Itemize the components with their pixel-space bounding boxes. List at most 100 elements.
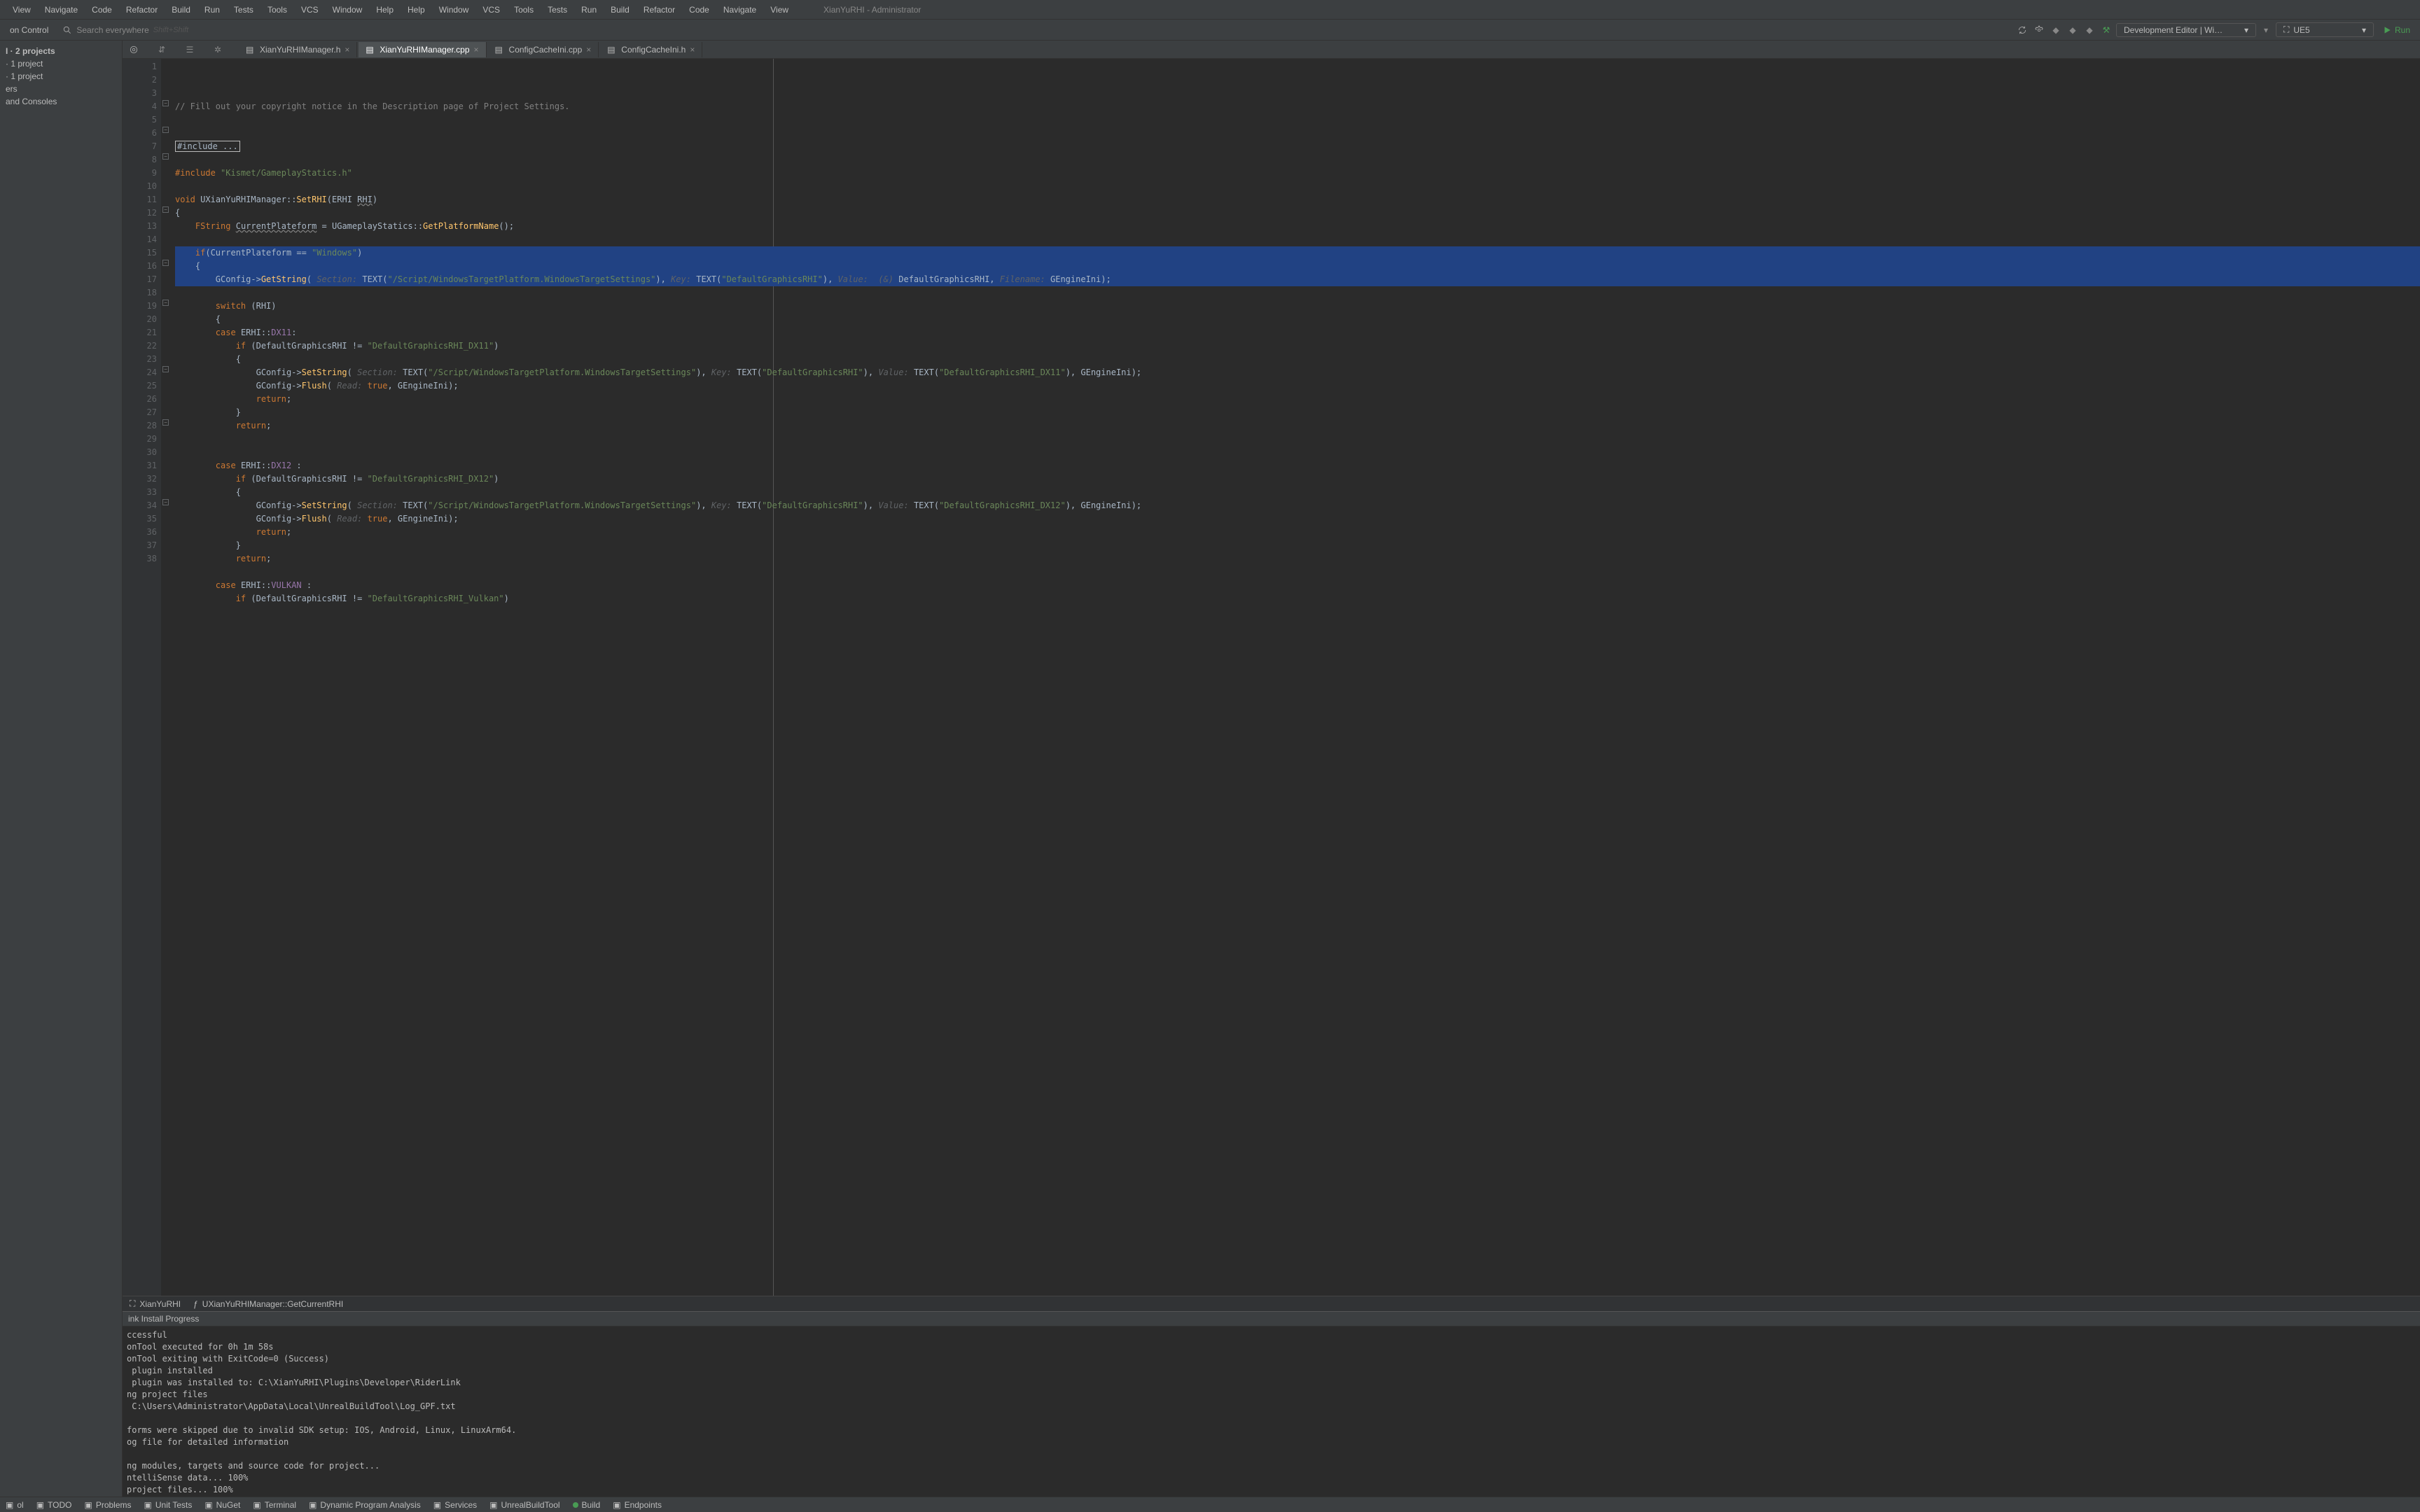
fold-toggle[interactable]: − — [162, 153, 169, 160]
menu-tools[interactable]: Tools — [507, 5, 541, 15]
line-number[interactable]: 29 — [123, 433, 157, 446]
line-number[interactable]: 37 — [123, 539, 157, 552]
code-line[interactable]: { — [175, 206, 2420, 220]
menu-view[interactable]: View — [763, 5, 795, 15]
menu-build[interactable]: Build — [165, 5, 197, 15]
code-line[interactable]: if(CurrentPlateform == "Windows") — [175, 246, 2420, 260]
code-line[interactable]: if (DefaultGraphicsRHI != "DefaultGraphi… — [175, 340, 2420, 353]
line-number[interactable]: 32 — [123, 472, 157, 486]
code-line[interactable]: if (DefaultGraphicsRHI != "DefaultGraphi… — [175, 592, 2420, 606]
line-number[interactable]: 2 — [123, 74, 157, 87]
code-line[interactable]: { — [175, 486, 2420, 499]
line-number[interactable]: 6 — [123, 127, 157, 140]
line-number[interactable]: 7 — [123, 140, 157, 153]
code-line[interactable] — [175, 433, 2420, 446]
status-terminal[interactable]: ▣Terminal — [253, 1500, 296, 1510]
puzzle-icon[interactable]: ◆ — [2049, 23, 2063, 37]
menu-help[interactable]: Help — [369, 5, 401, 15]
fold-toggle[interactable]: − — [162, 260, 169, 266]
code-line[interactable]: GConfig->Flush( Read: true, GEngineIni); — [175, 512, 2420, 526]
menu-run[interactable]: Run — [197, 5, 227, 15]
fold-toggle[interactable]: − — [162, 499, 169, 505]
code-line[interactable] — [175, 566, 2420, 579]
status-endpoints[interactable]: ▣Endpoints — [613, 1500, 662, 1510]
line-number[interactable]: 3 — [123, 87, 157, 100]
line-number[interactable]: 31 — [123, 459, 157, 472]
sync-icon[interactable] — [2015, 23, 2029, 37]
target-selector[interactable]: ⛶UE5 ▾ — [2276, 22, 2374, 37]
crumb-project[interactable]: ⛶XianYuRHI — [130, 1298, 181, 1309]
code-line[interactable]: { — [175, 353, 2420, 366]
line-number[interactable]: 22 — [123, 340, 157, 353]
code-line[interactable]: case ERHI::DX11: — [175, 326, 2420, 340]
line-number[interactable]: 35 — [123, 512, 157, 526]
line-number[interactable]: 26 — [123, 393, 157, 406]
code-content[interactable]: // Fill out your copyright notice in the… — [171, 59, 2420, 1296]
code-line[interactable]: { — [175, 313, 2420, 326]
tab-XianYuRHIManager.cpp[interactable]: ▤XianYuRHIManager.cpp× — [359, 42, 486, 57]
line-number[interactable]: 4 — [123, 100, 157, 113]
line-number[interactable]: 10 — [123, 180, 157, 193]
fold-toggle[interactable]: − — [162, 300, 169, 306]
line-number[interactable]: 19 — [123, 300, 157, 313]
menu-run[interactable]: Run — [574, 5, 604, 15]
line-number[interactable]: 21 — [123, 326, 157, 340]
run-button[interactable]: Run — [2377, 24, 2416, 36]
code-line[interactable] — [175, 446, 2420, 459]
code-line[interactable]: { — [175, 260, 2420, 273]
line-number[interactable]: 36 — [123, 526, 157, 539]
code-line[interactable] — [175, 153, 2420, 167]
code-line[interactable]: void UXianYuRHIManager::SetRHI(ERHI RHI) — [175, 193, 2420, 206]
fold-toggle[interactable]: − — [162, 419, 169, 426]
build-title[interactable]: ink Install Progress — [123, 1312, 2420, 1326]
run-config-selector[interactable]: Development Editor | Wi… ▾ — [2116, 23, 2256, 37]
line-number[interactable]: 38 — [123, 552, 157, 566]
close-icon[interactable]: × — [474, 45, 479, 55]
menu-window[interactable]: Window — [432, 5, 476, 15]
code-line[interactable]: GConfig->Flush( Read: true, GEngineIni); — [175, 379, 2420, 393]
menu-code[interactable]: Code — [85, 5, 119, 15]
code-line[interactable]: return; — [175, 419, 2420, 433]
line-number[interactable]: 34 — [123, 499, 157, 512]
breadcrumb[interactable]: ⛶XianYuRHI ƒUXianYuRHIManager::GetCurren… — [123, 1296, 2420, 1311]
chevron-down-icon-2[interactable]: ▾ — [2259, 23, 2273, 37]
line-number[interactable]: 18 — [123, 286, 157, 300]
line-number[interactable]: 27 — [123, 406, 157, 419]
code-line[interactable] — [175, 180, 2420, 193]
menu-vcs[interactable]: VCS — [475, 5, 507, 15]
hammer-icon[interactable]: ⚒ — [2099, 23, 2113, 37]
puzzle-icon-2[interactable]: ◆ — [2066, 23, 2080, 37]
puzzle-icon-3[interactable]: ◆ — [2082, 23, 2096, 37]
line-number[interactable]: 24 — [123, 366, 157, 379]
close-icon[interactable]: × — [690, 45, 695, 55]
code-line[interactable] — [175, 113, 2420, 127]
code-line[interactable]: case ERHI::VULKAN : — [175, 579, 2420, 592]
menu-help[interactable]: Help — [401, 5, 432, 15]
code-line[interactable]: GConfig->GetString( Section: TEXT("/Scri… — [175, 273, 2420, 286]
close-icon[interactable]: × — [586, 45, 591, 55]
gear-icon[interactable] — [2032, 23, 2046, 37]
code-line[interactable]: return; — [175, 552, 2420, 566]
line-number[interactable]: 12 — [123, 206, 157, 220]
code-line[interactable] — [175, 233, 2420, 246]
menu-build[interactable]: Build — [604, 5, 637, 15]
close-icon[interactable]: × — [345, 45, 349, 55]
line-number[interactable]: 13 — [123, 220, 157, 233]
code-line[interactable]: // Fill out your copyright notice in the… — [175, 100, 2420, 113]
line-number[interactable]: 14 — [123, 233, 157, 246]
tree-item[interactable]: · 1 project — [0, 70, 122, 83]
menu-window[interactable]: Window — [326, 5, 370, 15]
status-todo[interactable]: ▣TODO — [36, 1500, 72, 1510]
code-line[interactable]: GConfig->SetString( Section: TEXT("/Scri… — [175, 499, 2420, 512]
code-line[interactable]: return; — [175, 393, 2420, 406]
line-number[interactable]: 8 — [123, 153, 157, 167]
target-icon[interactable] — [127, 43, 141, 57]
line-number[interactable]: 28 — [123, 419, 157, 433]
code-line[interactable]: return; — [175, 526, 2420, 539]
status-nuget[interactable]: ▣NuGet — [204, 1500, 240, 1510]
search-everywhere[interactable]: Search everywhere Shift+Shift — [57, 24, 194, 36]
line-number[interactable]: 9 — [123, 167, 157, 180]
code-line[interactable]: if (DefaultGraphicsRHI != "DefaultGraphi… — [175, 472, 2420, 486]
code-line[interactable]: case ERHI::DX12 : — [175, 459, 2420, 472]
status-services[interactable]: ▣Services — [433, 1500, 477, 1510]
